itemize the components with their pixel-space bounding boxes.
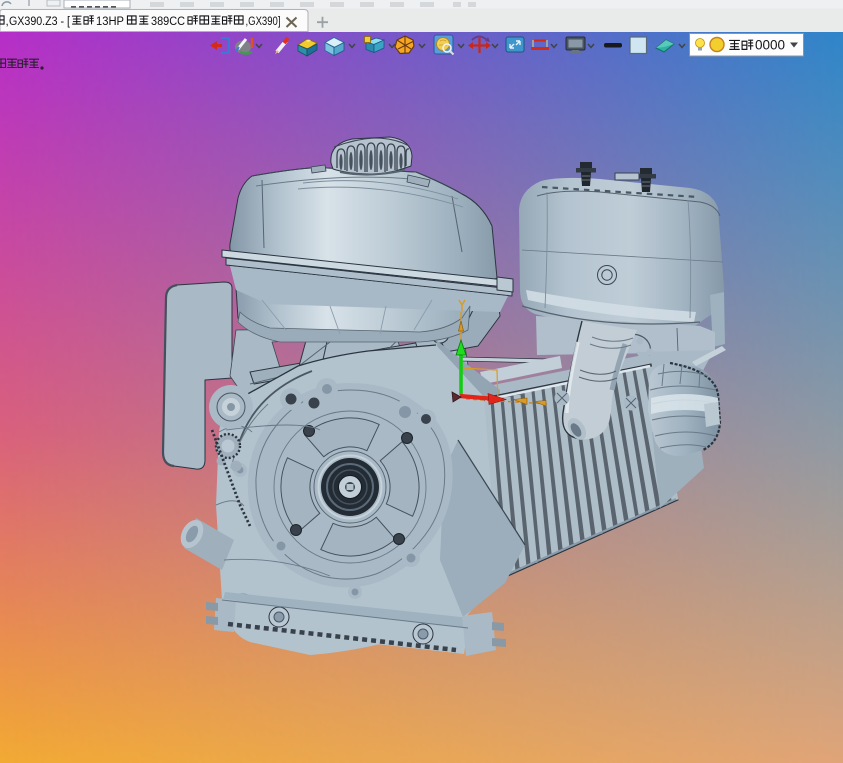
svg-text:0000: 0000 xyxy=(755,38,785,53)
svg-text:GX390.Z3 - [: GX390.Z3 - [ xyxy=(9,16,71,28)
svg-text:13HP: 13HP xyxy=(96,16,124,28)
svg-text:389CC: 389CC xyxy=(151,16,185,28)
svg-text:,GX390]: ,GX390] xyxy=(246,16,281,28)
